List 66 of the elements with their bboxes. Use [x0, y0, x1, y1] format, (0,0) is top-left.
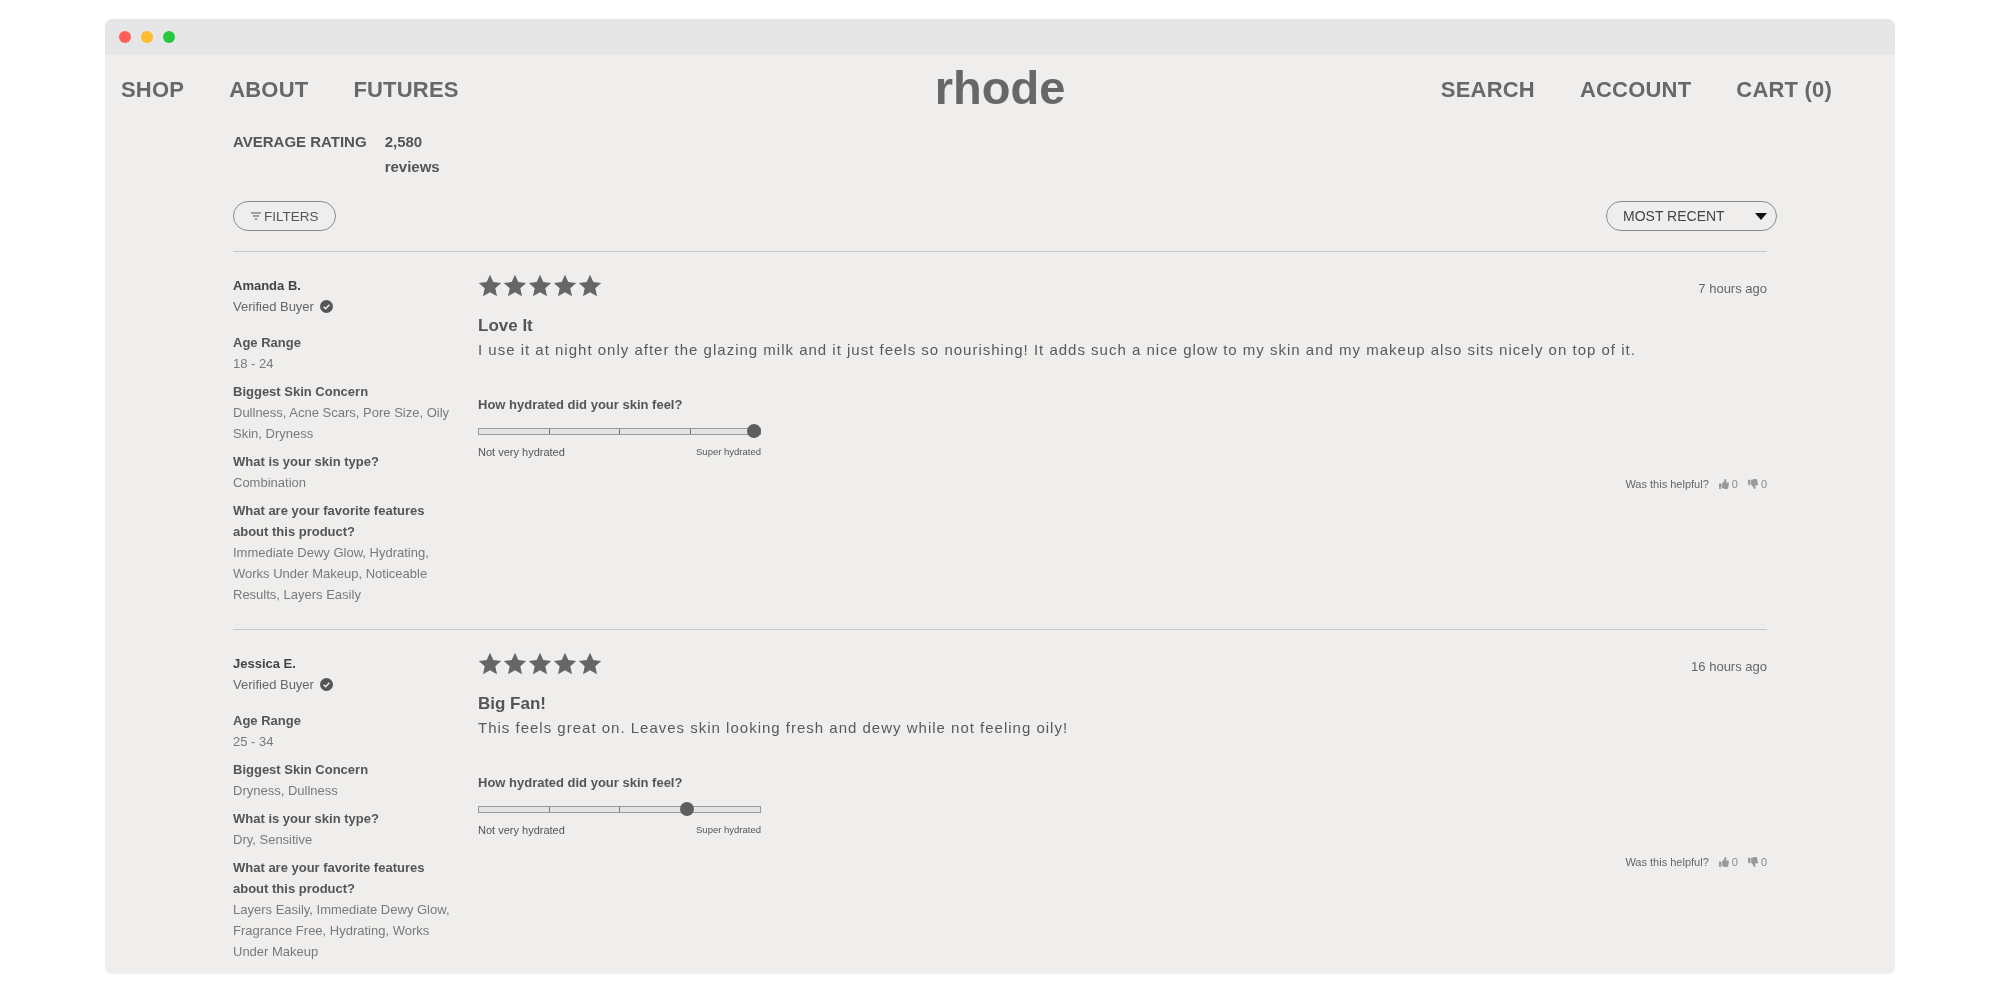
attribute-value: 25 - 34 — [233, 733, 275, 751]
attribute-label: What is your skin type? — [233, 453, 380, 471]
verified-buyer-label: Verified Buyer — [233, 298, 314, 316]
verified-buyer-label: Verified Buyer — [233, 676, 314, 694]
brand-logo[interactable]: rhode — [934, 62, 1066, 113]
attribute-value: Dry, Sensitive — [233, 831, 314, 849]
thumbs-up-icon — [1718, 857, 1729, 867]
attribute-value: Layers Easily, Immediate Dewy Glow, Fragrance Free, Hydrating, Works Under Makeup — [233, 901, 451, 961]
review-time: 7 hours ago — [1698, 281, 1767, 297]
caret-icon — [1755, 212, 1767, 220]
review-body: I use it at night only after the glazing milk and it just feels so nourishing! It adds such a nice glow to my skin and my makeup also sits nicely on top of it. — [478, 340, 1637, 360]
thumbs-down-icon — [1747, 857, 1758, 867]
reviewer-name: Jessica E. — [233, 655, 297, 673]
attribute-value: 18 - 24 — [233, 355, 275, 373]
thumbs-down-button[interactable]: 0 — [1747, 476, 1767, 492]
attribute-label: Age Range — [233, 712, 302, 730]
scale-question: How hydrated did your skin feel? — [478, 774, 684, 792]
close-button[interactable] — [119, 31, 131, 43]
nav-link[interactable]: SHOP — [121, 77, 185, 103]
scale-min-label: Not very hydrated — [478, 823, 565, 837]
star-icon — [503, 274, 527, 298]
scale-max-label: Super hydrated — [696, 823, 761, 837]
nav-link[interactable]: ABOUT — [229, 77, 309, 103]
review-title: Big Fan! — [478, 693, 547, 715]
helpful-prompt: Was this helpful? — [1625, 477, 1709, 492]
filter-icon — [251, 212, 261, 220]
attribute-label: Biggest Skin Concern — [233, 761, 370, 779]
nav-link[interactable]: SEARCH — [1440, 77, 1535, 103]
thumbs-down-icon — [1747, 479, 1758, 489]
review-count: 2,580 reviews — [384, 132, 441, 177]
nav-link[interactable]: FUTURES — [353, 77, 459, 103]
attribute-value: Dryness, Dullness — [233, 782, 339, 800]
thumbs-up-icon — [1718, 479, 1729, 489]
attribute-value: Dullness, Acne Scars, Pore Size, Oily Skin, Dryness — [233, 404, 451, 443]
attribute-label: Biggest Skin Concern — [233, 383, 370, 401]
star-icon — [553, 274, 577, 298]
reviewer-name: Amanda B. — [233, 277, 302, 295]
maximize-button[interactable] — [163, 31, 175, 43]
attribute-value: Combination — [233, 474, 307, 492]
star-icon — [553, 652, 577, 676]
scale-min-label: Not very hydrated — [478, 445, 565, 459]
star-icon — [503, 652, 527, 676]
thumbs-up-button[interactable]: 0 — [1718, 476, 1738, 492]
nav-link[interactable]: CART (0) — [1736, 77, 1832, 103]
star-icon — [478, 274, 502, 298]
attribute-label: What is your skin type? — [233, 810, 380, 828]
scale-max-label: Super hydrated — [696, 445, 761, 459]
attribute-label: What are your favorite features about this product? — [233, 859, 426, 898]
minimize-button[interactable] — [141, 31, 153, 43]
attribute-label: Age Range — [233, 334, 302, 352]
review-time: 16 hours ago — [1691, 659, 1767, 675]
star-icon — [578, 274, 602, 298]
star-icon — [578, 652, 602, 676]
star-icon — [528, 652, 552, 676]
attribute-value: Immediate Dewy Glow, Hydrating, Works Under Makeup, Noticeable Results, Layers Easily — [233, 544, 430, 604]
attribute-label: What are your favorite features about this product? — [233, 502, 426, 541]
star-icon — [528, 274, 552, 298]
review-body: This feels great on. Leaves skin looking fresh and dewy while not feeling oily! — [478, 718, 1070, 738]
average-rating-label: AVERAGE RATING — [233, 132, 367, 152]
review-title: Love It — [478, 315, 534, 337]
scale-question: How hydrated did your skin feel? — [478, 396, 684, 414]
nav-link[interactable]: ACCOUNT — [1579, 77, 1692, 103]
thumbs-down-button[interactable]: 0 — [1747, 854, 1767, 870]
thumbs-up-button[interactable]: 0 — [1718, 854, 1738, 870]
helpful-prompt: Was this helpful? — [1625, 855, 1709, 870]
star-icon — [478, 652, 502, 676]
